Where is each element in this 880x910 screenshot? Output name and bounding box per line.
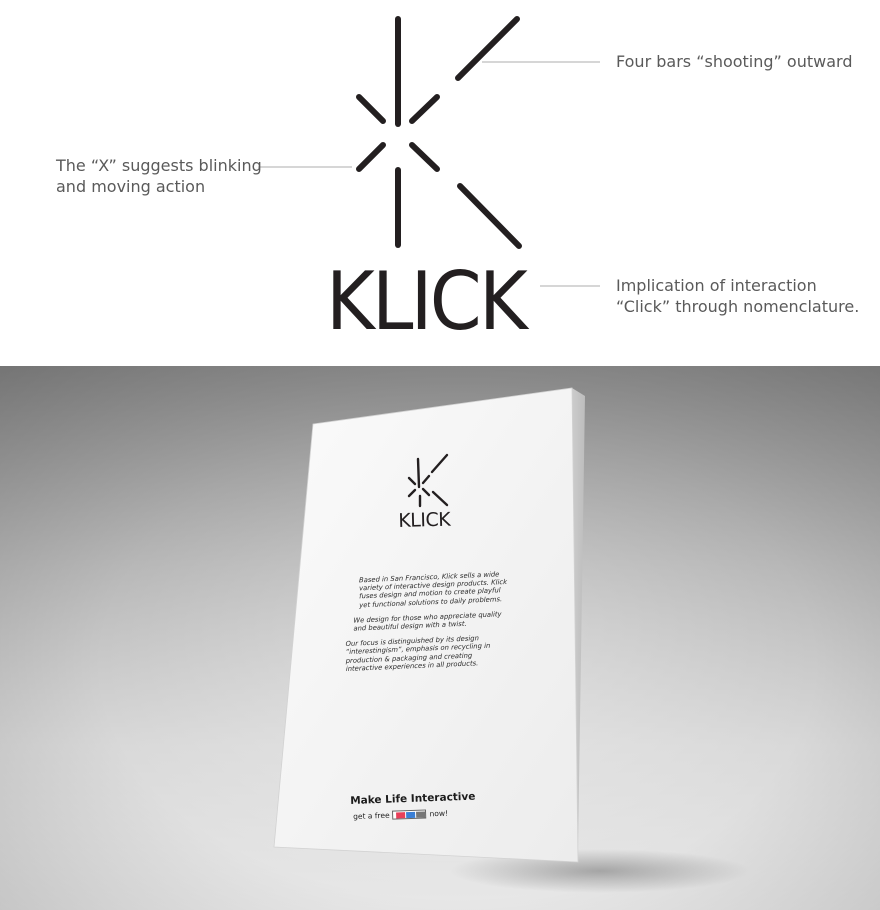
logo-diagram: KLICK Four bars “shooting” outward The “…	[0, 0, 880, 366]
callout-bars: Four bars “shooting” outward	[616, 51, 852, 72]
card-cta-after: now!	[429, 808, 449, 819]
klick-logo-mark-icon	[356, 16, 522, 249]
card-cta-before: get a free	[353, 810, 390, 821]
card-paragraph-1: Based in San Francisco, Klick sells a wi…	[358, 570, 508, 610]
logo-x-stroke-tl	[356, 94, 386, 124]
callout-bars-text: Four bars “shooting” outward	[616, 52, 853, 71]
callout-x: The “X” suggests blinking and moving act…	[56, 155, 262, 197]
callout-x-line-2: and moving action	[56, 177, 206, 196]
logo-bar-diagonal-bottom	[457, 183, 522, 249]
callout-x-line-1: The “X” suggests blinking	[56, 156, 262, 175]
logo-x-stroke-bl	[356, 142, 386, 172]
card-logo-wordmark: KLICK	[398, 508, 451, 532]
3d-glasses-icon	[392, 809, 427, 820]
logo-bar-diagonal-top	[455, 16, 520, 81]
callout-click: Implication of interaction “Click” throu…	[616, 275, 859, 317]
card-paragraph-3: Our focus is distinguished by its design…	[345, 634, 491, 673]
logo-wordmark: KLICK	[326, 255, 528, 348]
logo-x-stroke-br	[409, 142, 440, 172]
callout-click-line-1: Implication of interaction	[616, 276, 817, 295]
card-description: Based in San Francisco, Klick sells a wi…	[345, 570, 511, 680]
card-paragraph-2: We design for those who appreciate quali…	[353, 610, 502, 633]
logo-x-stroke-tr	[409, 94, 440, 124]
callout-click-line-2: “Click” through nomenclature.	[616, 297, 860, 316]
